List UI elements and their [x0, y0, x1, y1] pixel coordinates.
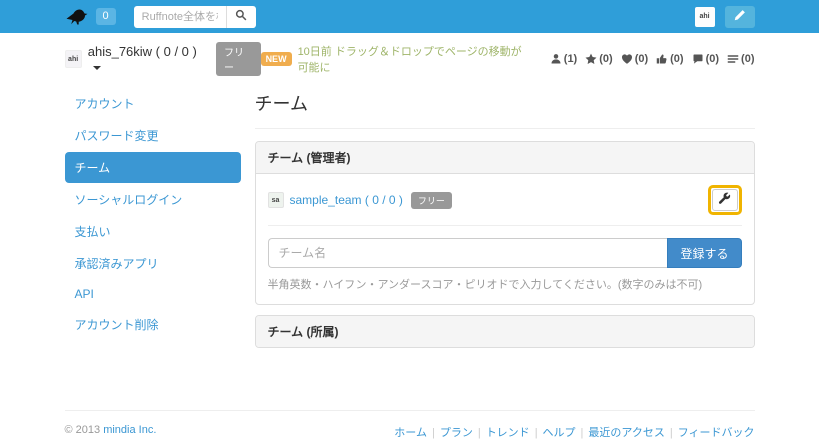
footer-links: ホーム|プラン|トレンド|ヘルプ|最近のアクセス|フィードバック [394, 424, 754, 440]
team-avatar[interactable]: sa [268, 192, 284, 208]
footer-link-help[interactable]: ヘルプ [543, 427, 576, 439]
pages-stat[interactable]: (0) [727, 53, 754, 65]
person-icon [550, 53, 562, 65]
news-link[interactable]: 10日前 ドラッグ＆ドロップでページの移動が可能に [298, 43, 530, 75]
team-row: sa sample_team ( 0 / 0 ) フリー [268, 184, 742, 226]
pencil-icon [734, 9, 746, 24]
footer-link-plan[interactable]: プラン [440, 427, 473, 439]
chevron-down-icon [93, 66, 101, 70]
footer-link-recent-access[interactable]: 最近のアクセス [588, 427, 664, 439]
footer: © 2013 mindia Inc. ホーム|プラン|トレンド|ヘルプ|最近のア… [65, 410, 755, 440]
sidebar-item-payment[interactable]: 支払い [65, 216, 241, 247]
sidebar-item-approved-apps[interactable]: 承認済みアプリ [65, 248, 241, 279]
username-dropdown[interactable]: ahis_76kiw ( 0 / 0 ) [88, 44, 204, 74]
bird-logo[interactable] [65, 8, 88, 25]
sidebar-item-password[interactable]: パスワード変更 [65, 120, 241, 151]
notification-count-badge[interactable]: 0 [96, 8, 116, 25]
heart-icon [621, 53, 633, 65]
footer-link-home[interactable]: ホーム [394, 427, 427, 439]
star-icon [585, 53, 597, 65]
stars-stat[interactable]: (0) [585, 53, 612, 65]
sidebar-item-delete-account[interactable]: アカウント削除 [65, 309, 241, 340]
new-badge: NEW [261, 52, 292, 66]
username-label: ahis_76kiw ( 0 / 0 ) [88, 44, 197, 59]
member-teams-panel-header: チーム (所属) [256, 316, 754, 347]
admin-teams-panel-header: チーム (管理者) [256, 142, 754, 174]
sidebar-item-team[interactable]: チーム [65, 152, 241, 183]
highlight-box [708, 185, 742, 215]
plan-badge: フリー [216, 42, 261, 76]
likes-stat[interactable]: (0) [621, 53, 648, 65]
footer-link-feedback[interactable]: フィードバック [678, 427, 755, 439]
user-avatar[interactable]: ahi [65, 50, 82, 68]
sidebar-item-api[interactable]: API [65, 280, 241, 308]
new-page-button[interactable] [725, 6, 755, 28]
followers-stat[interactable]: (1) [550, 53, 577, 65]
thumbs-up-icon [656, 53, 668, 65]
member-teams-panel: チーム (所属) [255, 315, 755, 348]
copyright-year: © 2013 [65, 424, 101, 436]
admin-teams-panel: チーム (管理者) sa sample_team ( 0 / 0 ) フリー [255, 141, 755, 305]
team-name-help-text: 半角英数・ハイフン・アンダースコア・ピリオドで入力してください。(数字のみは不可… [268, 276, 742, 292]
stats-bar: (1) (0) (0) (0) (0) [542, 53, 755, 65]
team-name-input[interactable] [268, 238, 668, 268]
user-header-row: ahi ahis_76kiw ( 0 / 0 ) フリー NEW 10日前 ドラ… [65, 33, 755, 82]
list-icon [727, 53, 739, 65]
team-link[interactable]: sample_team ( 0 / 0 ) [290, 193, 403, 207]
comment-icon [692, 53, 704, 65]
sidebar-item-social-login[interactable]: ソーシャルログイン [65, 184, 241, 215]
company-link[interactable]: mindia Inc. [103, 424, 156, 436]
register-button[interactable]: 登録する [667, 238, 741, 268]
topbar-avatar[interactable]: ahi [695, 7, 715, 27]
thumbs-up-stat[interactable]: (0) [656, 53, 683, 65]
create-team-form: 登録する [268, 238, 742, 268]
topbar: 0 ahi [0, 0, 819, 33]
search-input[interactable] [134, 6, 226, 28]
team-settings-button[interactable] [712, 189, 738, 211]
footer-link-trend[interactable]: トレンド [486, 427, 530, 439]
settings-sidebar: アカウント パスワード変更 チーム ソーシャルログイン 支払い 承認済みアプリ … [65, 88, 241, 358]
comments-stat[interactable]: (0) [692, 53, 719, 65]
wrench-icon [718, 192, 731, 208]
page-title: チーム [255, 88, 755, 129]
search-icon [235, 9, 247, 24]
footer-copyright: © 2013 mindia Inc. [65, 424, 157, 440]
site-search-form [134, 6, 256, 28]
team-plan-badge: フリー [411, 192, 452, 209]
sidebar-item-account[interactable]: アカウント [65, 88, 241, 119]
search-button[interactable] [226, 6, 256, 28]
